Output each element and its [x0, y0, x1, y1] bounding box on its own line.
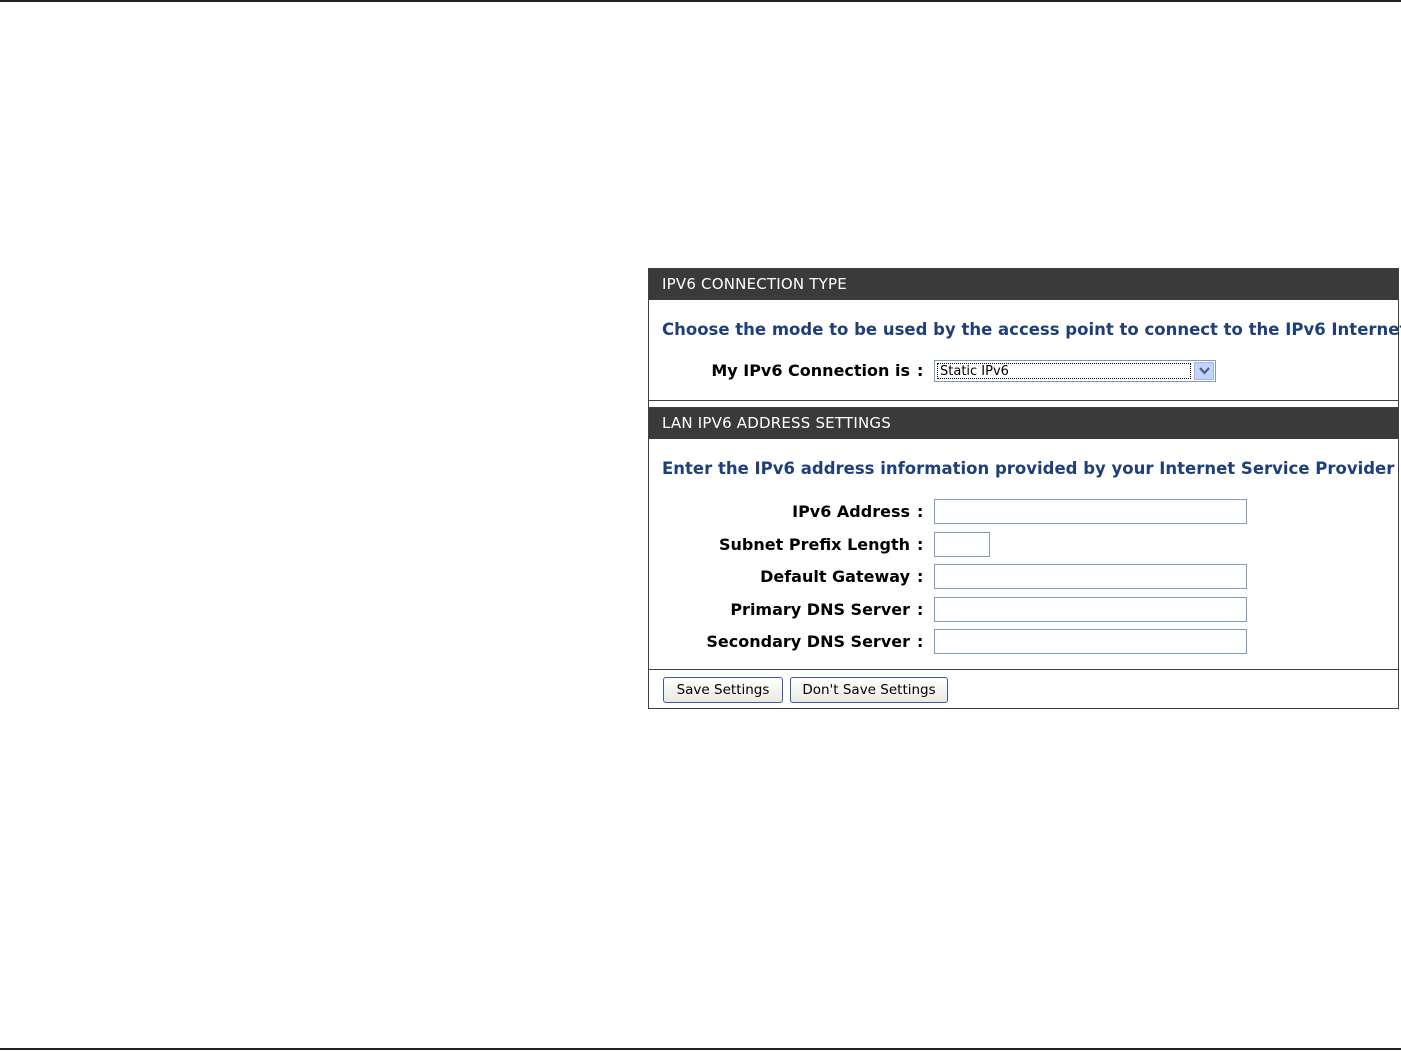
save-settings-button[interactable]: Save Settings — [663, 677, 783, 703]
lan-ipv6-description: Enter the IPv6 address information provi… — [662, 459, 1401, 478]
secondary-dns-server-input[interactable] — [934, 629, 1247, 654]
ipv6-address-input[interactable] — [934, 499, 1247, 524]
primary-dns-server-label: Primary DNS Server — [730, 600, 910, 619]
default-gateway-label: Default Gateway — [760, 567, 910, 586]
ipv6-address-row: IPv6 Address : — [649, 499, 1398, 525]
section-header-lan-ipv6: LAN IPV6 ADDRESS SETTINGS — [649, 408, 1398, 439]
dont-save-settings-button[interactable]: Don't Save Settings — [790, 677, 948, 703]
form-actions: Save Settings Don't Save Settings — [649, 670, 1398, 708]
connection-type-row: My IPv6 Connection is : Static IPv6 — [649, 358, 1398, 384]
connection-type-label: My IPv6 Connection is — [711, 361, 910, 380]
secondary-dns-server-label: Secondary DNS Server — [706, 632, 910, 651]
section-header-connection-type: IPV6 CONNECTION TYPE — [649, 269, 1398, 300]
connection-type-description: Choose the mode to be used by the access… — [662, 320, 1401, 339]
connection-type-colon: : — [917, 361, 924, 380]
subnet-prefix-length-colon: : — [917, 535, 924, 554]
chevron-down-icon[interactable] — [1194, 362, 1214, 380]
ipv6-address-label: IPv6 Address — [792, 502, 910, 521]
ipv6-settings-panel: IPV6 CONNECTION TYPE Choose the mode to … — [648, 268, 1401, 709]
ipv6-address-colon: : — [917, 502, 924, 521]
ipv6-connection-type-section: IPV6 CONNECTION TYPE Choose the mode to … — [649, 269, 1401, 401]
default-gateway-input[interactable] — [934, 564, 1247, 589]
secondary-dns-server-row: Secondary DNS Server : — [649, 629, 1398, 655]
subnet-prefix-length-input[interactable] — [934, 532, 990, 557]
top-rule — [0, 0, 1401, 2]
connection-type-select[interactable]: Static IPv6 — [934, 360, 1216, 382]
primary-dns-server-colon: : — [917, 600, 924, 619]
subnet-prefix-length-label: Subnet Prefix Length — [719, 535, 910, 554]
lan-ipv6-address-settings-section: LAN IPV6 ADDRESS SETTINGS Enter the IPv6… — [649, 407, 1401, 670]
subnet-prefix-length-row: Subnet Prefix Length : — [649, 532, 1398, 558]
bottom-rule — [0, 1048, 1401, 1050]
connection-type-selected-value: Static IPv6 — [937, 363, 1191, 379]
secondary-dns-server-colon: : — [917, 632, 924, 651]
default-gateway-colon: : — [917, 567, 924, 586]
primary-dns-server-input[interactable] — [934, 597, 1247, 622]
primary-dns-server-row: Primary DNS Server : — [649, 597, 1398, 623]
default-gateway-row: Default Gateway : — [649, 564, 1398, 590]
